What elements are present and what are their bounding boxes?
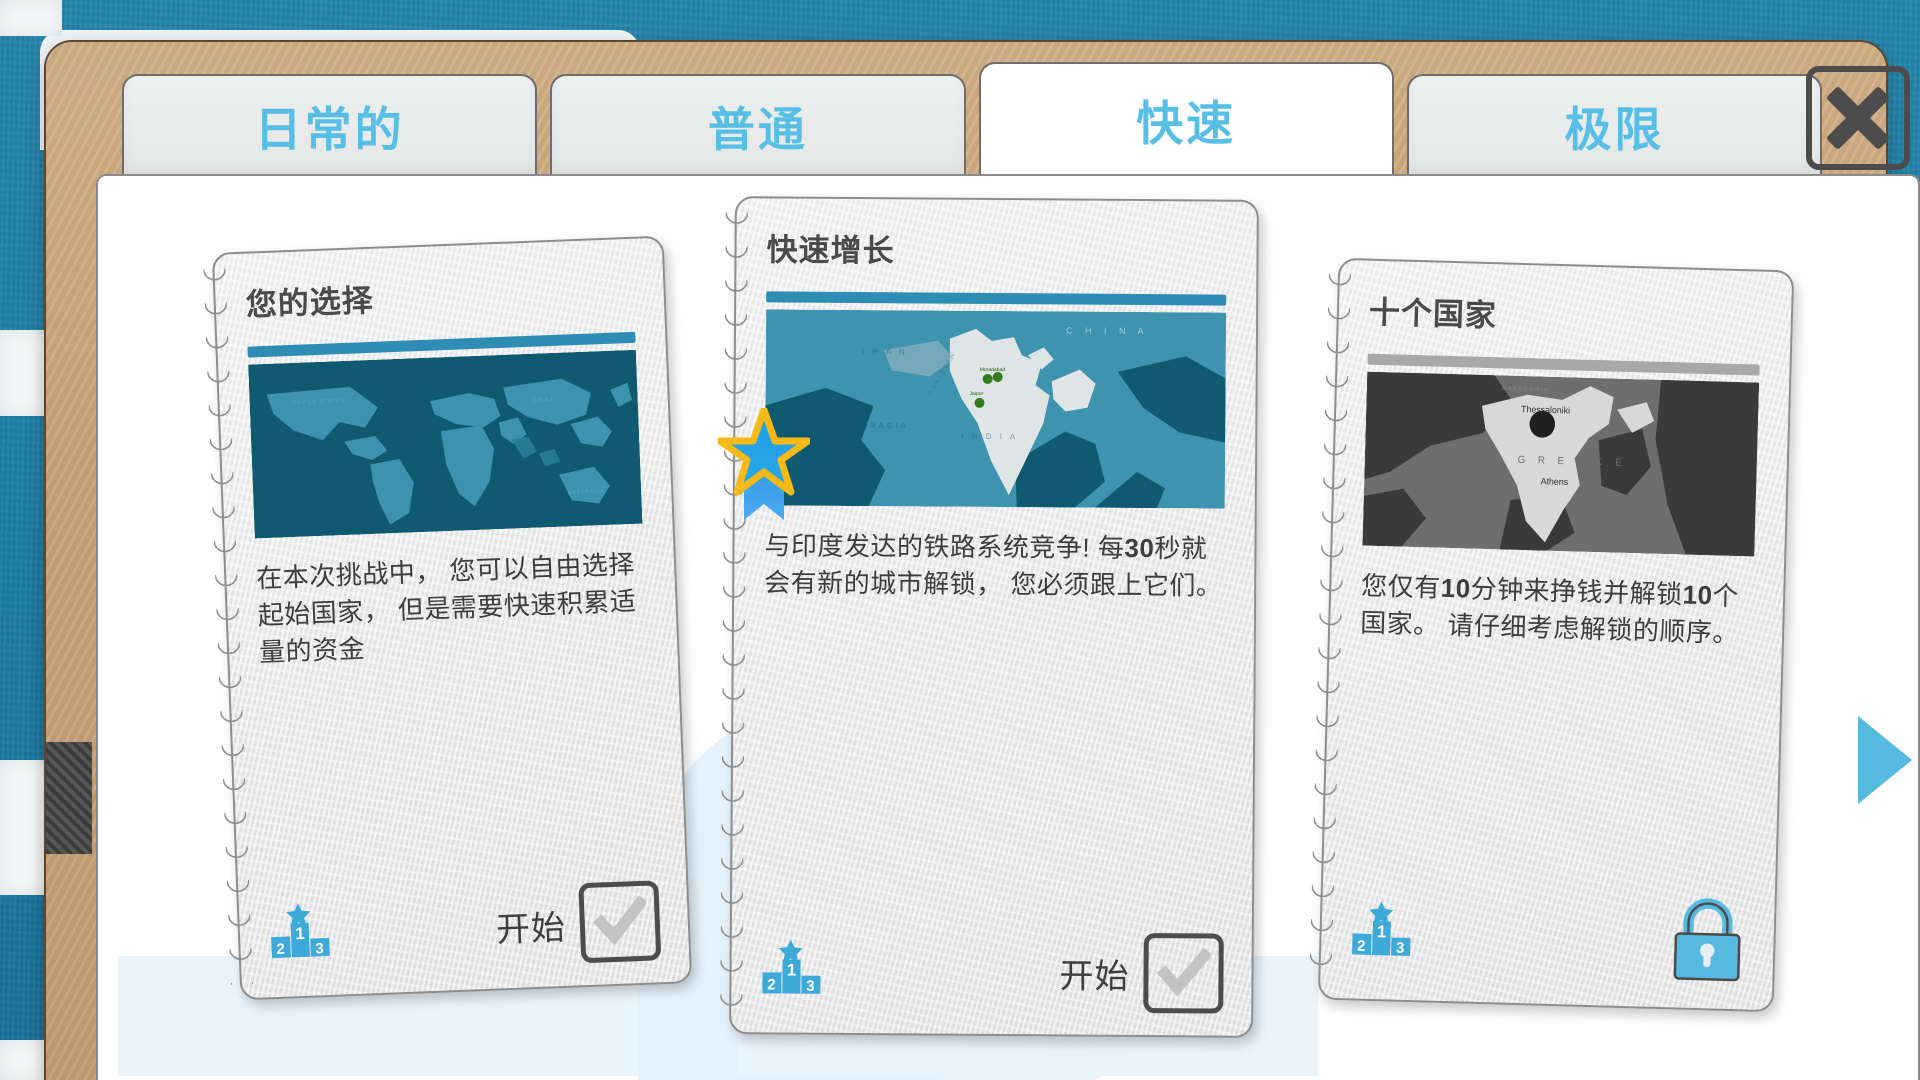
checkmark-icon: [593, 895, 648, 946]
lock-button[interactable]: [1668, 894, 1747, 987]
card-description-countries: 10: [1682, 579, 1713, 611]
svg-text:Thessaloniki: Thessaloniki: [1521, 404, 1570, 416]
card-description-number: 30: [1124, 532, 1155, 564]
card-title: 快速增长: [766, 232, 895, 269]
podium-icon: 1 2 3: [1351, 900, 1425, 964]
svg-text:2: 2: [276, 941, 285, 958]
card-map-india: I R A N SAUDI ARABIA I N D I A PAKISTAN …: [764, 309, 1227, 509]
scene-left-stripe: [0, 0, 62, 36]
close-button[interactable]: [1806, 66, 1910, 170]
card-description-a: 您仅有: [1360, 570, 1442, 603]
svg-text:Moradabad: Moradabad: [980, 367, 1006, 373]
svg-text:MACEDONIA: MACEDONIA: [1502, 386, 1549, 393]
svg-text:3: 3: [315, 940, 324, 957]
start-button[interactable]: [578, 880, 662, 964]
tab-quick[interactable]: 快速: [978, 62, 1394, 174]
start-label: 开始: [1059, 956, 1130, 996]
svg-text:C H I N A: C H I N A: [1066, 325, 1149, 336]
card-footer: 1 2 3: [1350, 885, 1746, 987]
svg-text:2: 2: [767, 976, 775, 993]
card-map-greece: Thessaloniki Athens G R E E C E MACEDONI…: [1362, 371, 1760, 557]
card-footer: 1 2 3 开始: [269, 880, 662, 975]
svg-text:1: 1: [295, 924, 305, 943]
card-title: 十个国家: [1368, 294, 1498, 334]
tab-daily-label: 日常的: [254, 102, 405, 156]
world-map-icon: UNITED STATES CHINA AUSTRALIA: [248, 349, 643, 539]
challenge-tabs: 日常的 普通 快速 极限: [122, 62, 1822, 174]
card-footer: 1 2 3 开始: [761, 930, 1224, 1014]
card-description-prefix: 与印度发达的铁路系统竞争! 每: [764, 530, 1125, 563]
card-title: 您的选择: [245, 282, 375, 323]
start-button[interactable]: [1143, 933, 1224, 1014]
svg-text:3: 3: [1396, 939, 1405, 956]
svg-text:2: 2: [1357, 937, 1366, 954]
svg-text:Athens: Athens: [1541, 476, 1569, 487]
game-scene: 日常的 普通 快速 极限 您的选择 UNITED STATES CHINA AU…: [0, 0, 1920, 1080]
greece-map-icon: Thessaloniki Athens G R E E C E MACEDONI…: [1362, 371, 1760, 557]
svg-text:SAUDI ARABIA: SAUDI ARABIA: [817, 421, 909, 431]
svg-text:3: 3: [806, 978, 814, 995]
start-control[interactable]: 开始: [1059, 932, 1224, 1014]
start-label: 开始: [495, 908, 567, 950]
challenge-card-rapid-growth[interactable]: 快速增长 I R A N SAUDI ARABIA I N D I A PAKI…: [729, 196, 1259, 1038]
card-description-minutes: 10: [1440, 572, 1472, 604]
tab-normal[interactable]: 普通: [550, 74, 966, 174]
challenge-panel: 您的选择 UNITED STATES CHINA AUSTRALIA 在本次挑战…: [96, 174, 1920, 1080]
india-map-icon: I R A N SAUDI ARABIA I N D I A PAKISTAN …: [764, 309, 1227, 509]
checkmark-icon: [1156, 947, 1211, 997]
card-rule: [766, 291, 1227, 306]
svg-text:I N D I A: I N D I A: [961, 432, 1018, 441]
tab-daily[interactable]: 日常的: [122, 74, 538, 174]
svg-text:CHINA: CHINA: [533, 397, 554, 404]
next-arrow-icon[interactable]: [1858, 716, 1912, 804]
lock-icon: [1673, 898, 1741, 982]
tab-extreme-label: 极限: [1564, 102, 1665, 156]
svg-text:I R A N: I R A N: [862, 347, 908, 356]
start-control[interactable]: 开始: [494, 880, 662, 966]
card-description: 与印度发达的铁路系统竞争! 每30秒就会有新的城市解锁， 您必须跟上它们。: [764, 527, 1225, 604]
card-description-c: 分钟来挣钱并解锁: [1470, 573, 1684, 610]
frame-worn-patch: [46, 742, 92, 854]
tab-normal-label: 普通: [707, 102, 808, 156]
challenge-card-ten-countries[interactable]: 十个国家 Thessaloniki Athens G R E E C E MAC…: [1317, 257, 1795, 1013]
tab-extreme[interactable]: 极限: [1406, 74, 1822, 174]
svg-text:1: 1: [787, 961, 797, 980]
card-description: 在本次挑战中， 您可以自由选择起始国家， 但是需要快速积累适量的资金: [255, 548, 637, 668]
podium-icon: 1 2 3: [761, 939, 833, 1002]
svg-text:Jaipur: Jaipur: [970, 391, 984, 397]
svg-text:1: 1: [1377, 922, 1387, 941]
podium-icon: 1 2 3: [269, 901, 343, 966]
card-description: 您仅有10分钟来挣钱并解锁10个国家。 请仔细考虑解锁的顺序。: [1360, 568, 1754, 653]
card-map-world: UNITED STATES CHINA AUSTRALIA: [248, 349, 643, 539]
challenge-card-your-choice[interactable]: 您的选择 UNITED STATES CHINA AUSTRALIA 在本次挑战…: [211, 235, 693, 1001]
tab-quick-label: 快速: [1136, 96, 1237, 150]
